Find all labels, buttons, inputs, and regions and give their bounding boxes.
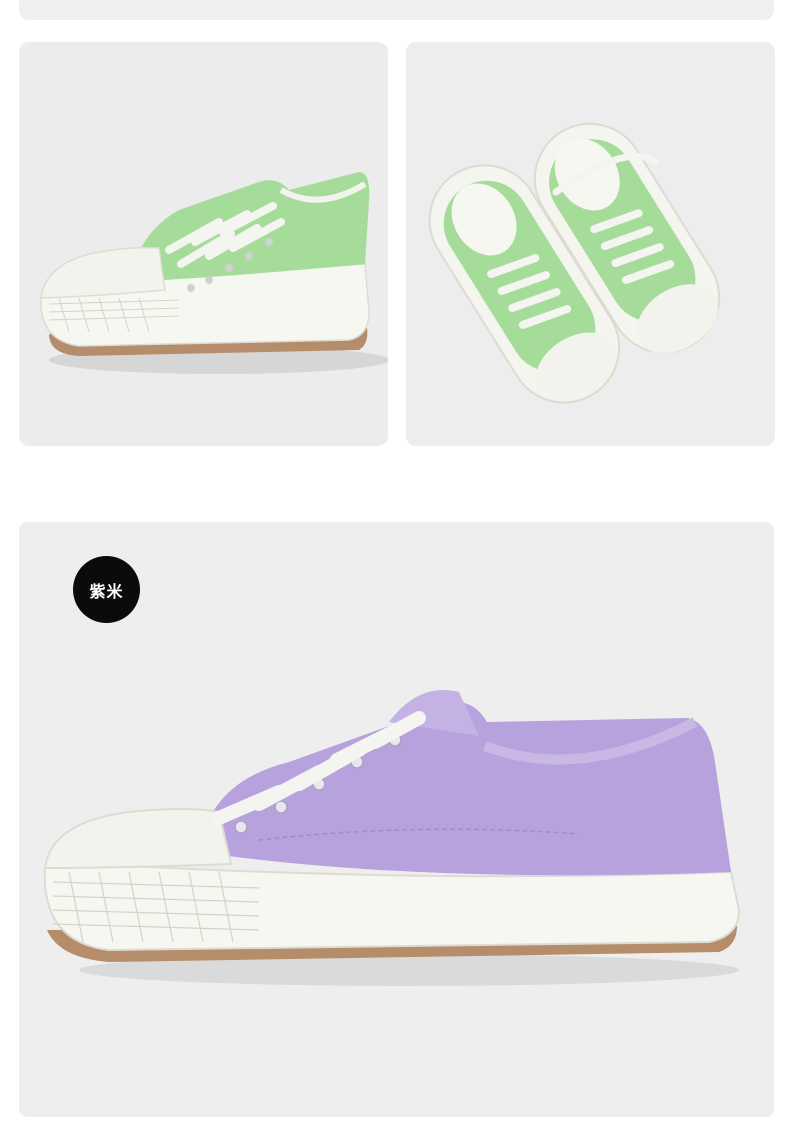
green-shoe-side-image[interactable] bbox=[19, 42, 388, 446]
purple-shoe-side-image[interactable] bbox=[19, 522, 774, 1117]
top-strip-image bbox=[19, 0, 774, 20]
rubber-toe-cap bbox=[43, 808, 233, 870]
green-shoe-pair-image[interactable] bbox=[406, 42, 775, 446]
green-shoe-pair-illustration bbox=[428, 122, 721, 404]
purple-shoe-side-illustration bbox=[43, 690, 741, 986]
white-sole bbox=[43, 860, 741, 952]
color-name-badge: 紫米 bbox=[73, 556, 140, 623]
rubber-toe-cap bbox=[40, 246, 166, 299]
green-canvas-upper bbox=[129, 172, 370, 282]
green-shoe-side-illustration bbox=[40, 172, 388, 374]
